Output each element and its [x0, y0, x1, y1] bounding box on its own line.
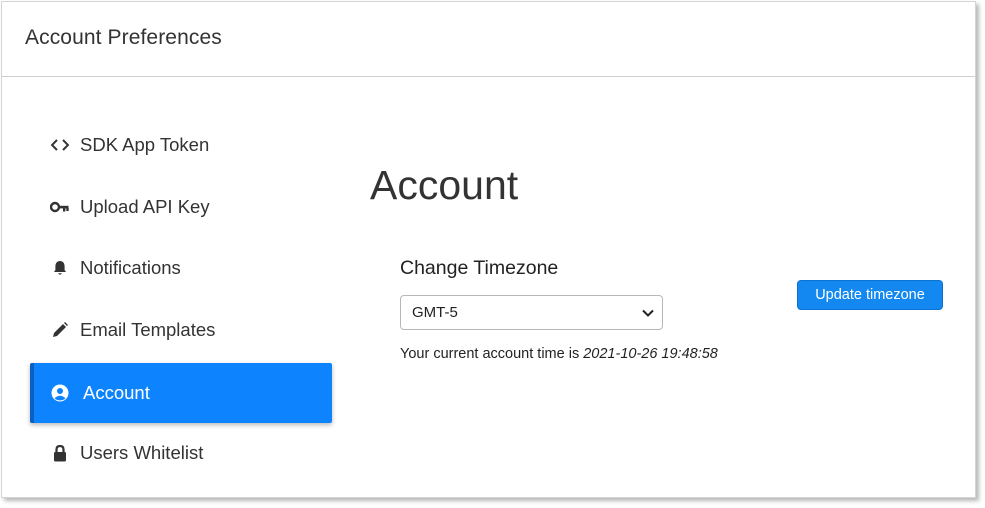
current-time-value: 2021-10-26 19:48:58: [583, 346, 718, 362]
code-icon: [50, 135, 70, 155]
timezone-select[interactable]: GMT-5: [400, 295, 663, 330]
sidebar-item-label: Account: [83, 382, 150, 403]
sidebar-item-users-whitelist[interactable]: Users Whitelist: [30, 423, 332, 483]
user-circle-icon: [50, 383, 70, 403]
sidebar-item-email-templates[interactable]: Email Templates: [30, 300, 332, 360]
timezone-select-value: GMT-5: [412, 304, 458, 321]
preferences-window: Account Preferences SDK App Token Upload…: [1, 1, 976, 498]
lock-icon: [50, 443, 70, 463]
header-title: Account Preferences: [25, 26, 222, 49]
sidebar-item-upload-api-key[interactable]: Upload API Key: [30, 177, 332, 237]
sidebar-item-label: Upload API Key: [80, 196, 210, 217]
sidebar-item-label: Notifications: [80, 257, 181, 278]
sidebar-item-sdk-app-token[interactable]: SDK App Token: [30, 115, 332, 175]
chevron-down-icon: [642, 304, 654, 321]
current-account-time: Your current account time is 2021-10-26 …: [400, 346, 718, 362]
bell-icon: [50, 258, 70, 278]
pencil-icon: [50, 320, 70, 340]
page-title: Account: [370, 162, 519, 208]
sidebar-item-label: Email Templates: [80, 319, 216, 340]
sidebar-item-account[interactable]: Account: [30, 363, 332, 423]
sidebar-item-label: Users Whitelist: [80, 442, 204, 463]
sidebar-item-notifications[interactable]: Notifications: [30, 238, 332, 298]
key-icon: [50, 197, 70, 217]
current-time-prefix: Your current account time is: [400, 346, 580, 362]
timezone-section-label: Change Timezone: [400, 257, 559, 279]
update-timezone-button[interactable]: Update timezone: [797, 280, 943, 310]
header: Account Preferences: [2, 2, 975, 77]
sidebar-item-label: SDK App Token: [80, 134, 210, 155]
